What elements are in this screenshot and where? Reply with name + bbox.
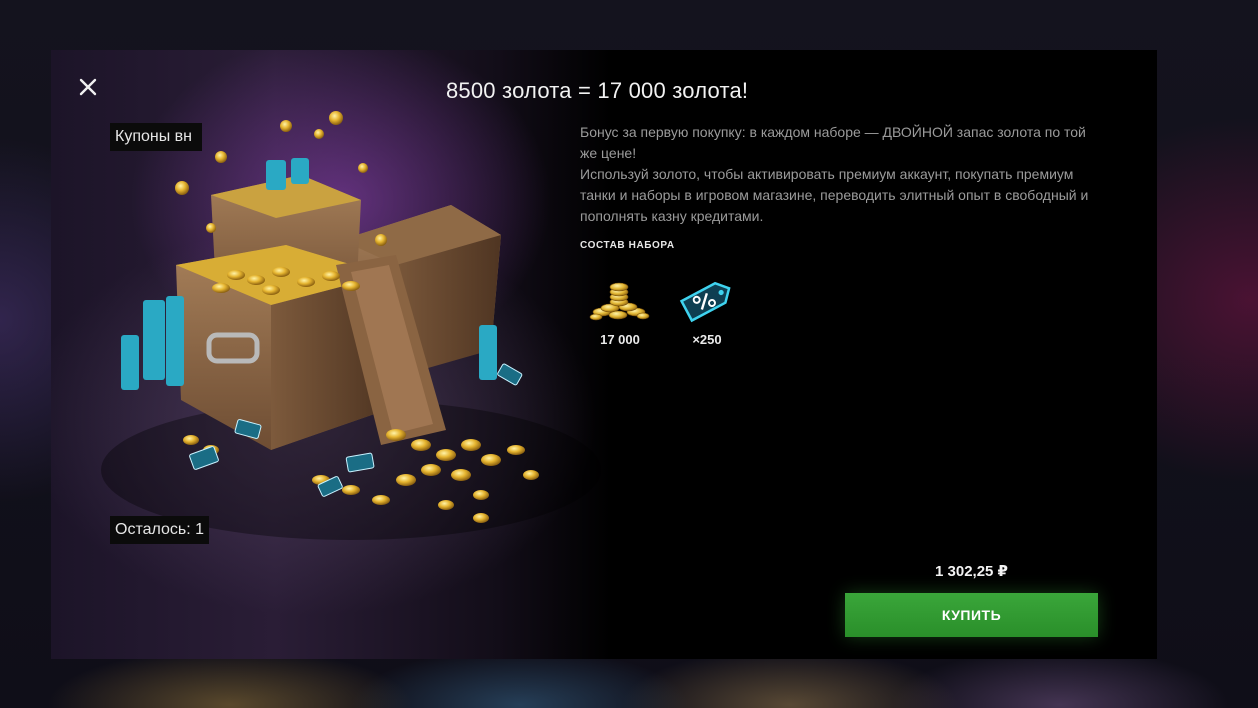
bundle-item-gold[interactable]: 17 000 xyxy=(580,272,660,347)
buy-button[interactable]: КУПИТЬ xyxy=(845,593,1098,637)
bundle-item-coupons[interactable]: ×250 xyxy=(667,272,747,347)
price-label: 1 302,25 ₽ xyxy=(935,563,1008,580)
description-line-bonus: Бонус за первую покупку: в каждом наборе… xyxy=(580,124,1086,161)
gold-quantity: 17 000 xyxy=(600,332,640,347)
description-line-usage: Используй золото, чтобы активировать пре… xyxy=(580,166,1089,224)
coupons-tag: Купоны вн xyxy=(110,123,202,151)
remaining-count-tag: Осталось: 1 xyxy=(110,516,210,544)
dialog-title: 8500 золота = 17 000 золота! xyxy=(446,78,749,103)
bundle-contents-heading: СОСТАВ НАБОРА xyxy=(580,240,675,251)
gold-coins-icon xyxy=(589,282,650,321)
purchase-dialog: Купоны вн Осталось: 1 8500 золота = 17 0… xyxy=(51,50,1157,659)
coupon-quantity: ×250 xyxy=(692,332,722,347)
discount-coupon-icon xyxy=(679,281,731,323)
bundle-description: Бонус за первую покупку: в каждом наборе… xyxy=(580,122,1100,227)
close-button[interactable] xyxy=(75,74,101,100)
close-icon xyxy=(79,78,97,96)
